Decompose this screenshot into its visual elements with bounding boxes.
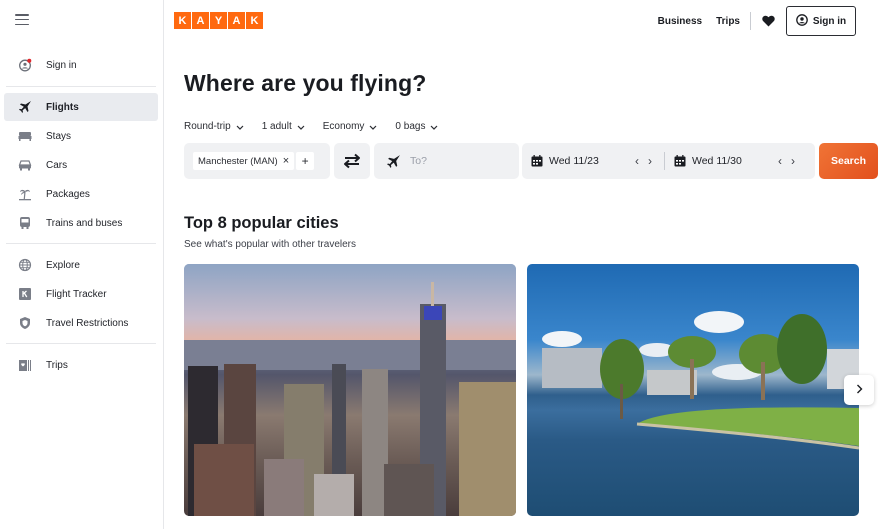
chevron-down-icon <box>236 125 244 130</box>
next-day-button[interactable]: › <box>791 154 795 168</box>
sidebar-item-label: Cars <box>46 159 68 171</box>
bags-dropdown[interactable]: 0 bags <box>395 121 438 132</box>
sidebar-item-label: Packages <box>46 188 90 200</box>
chevron-right-icon <box>856 381 863 399</box>
swap-arrows-icon <box>344 153 360 169</box>
sidebar: Sign in Flights Stays Cars Packages Trai… <box>0 0 164 529</box>
popular-cities-title: Top 8 popular cities <box>184 214 339 232</box>
depart-date-value: Wed 11/23 <box>549 155 599 167</box>
page-title: Where are you flying? <box>184 70 427 96</box>
nav-divider <box>750 12 751 30</box>
user-circle-icon <box>795 13 808 29</box>
shield-icon <box>4 316 46 330</box>
globe-icon <box>4 258 46 272</box>
sidebar-item-trips[interactable]: Trips <box>4 351 158 379</box>
city-skyline-image <box>184 264 516 516</box>
return-date[interactable]: Wed 11/30 ‹ › <box>665 143 795 179</box>
prev-day-button[interactable]: ‹ <box>778 154 782 168</box>
chevron-down-icon <box>369 125 377 130</box>
search-button[interactable]: Search <box>819 143 878 179</box>
next-day-button[interactable]: › <box>648 154 652 168</box>
sidebar-item-label: Trains and buses <box>46 217 123 229</box>
cabin-class-dropdown[interactable]: Economy <box>323 121 378 132</box>
logo-letter: K <box>174 12 191 29</box>
sidebar-item-flights[interactable]: Flights <box>4 93 158 121</box>
k-badge-icon <box>4 288 46 300</box>
sidebar-divider <box>6 343 156 344</box>
cabin-class-label: Economy <box>322 121 365 132</box>
sidebar-item-cars[interactable]: Cars <box>4 151 158 179</box>
city-card-skyline[interactable] <box>184 264 516 516</box>
destination-placeholder: To? <box>410 155 427 167</box>
sidebar-item-label: Stays <box>46 130 72 142</box>
trips-link[interactable]: Trips <box>716 16 740 27</box>
sidebar-item-label: Trips <box>46 359 68 371</box>
sidebar-item-packages[interactable]: Packages <box>4 180 158 208</box>
trips-icon <box>4 359 46 372</box>
kayak-logo[interactable]: K A Y A K <box>174 12 263 29</box>
sidebar-item-stays[interactable]: Stays <box>4 122 158 150</box>
trip-type-label: Round-trip <box>184 121 231 132</box>
sign-in-button[interactable]: Sign in <box>786 6 856 36</box>
travelers-dropdown[interactable]: 1 adult <box>262 121 305 132</box>
sidebar-item-label: Explore <box>46 259 80 271</box>
popular-cities-subtitle: See what's popular with other travelers <box>184 239 356 250</box>
bags-label: 0 bags <box>395 121 426 132</box>
plane-icon <box>387 154 400 168</box>
logo-letter: A <box>228 12 245 29</box>
depart-date[interactable]: Wed 11/23 ‹ › <box>522 143 652 179</box>
user-notification-icon <box>4 58 46 72</box>
logo-letter: Y <box>210 12 227 29</box>
sidebar-item-trains-and-buses[interactable]: Trains and buses <box>4 209 158 237</box>
carousel-next-button[interactable] <box>844 375 874 405</box>
sidebar-item-label: Sign in <box>46 59 77 71</box>
heart-icon[interactable] <box>762 15 775 27</box>
dates-field: Wed 11/23 ‹ › Wed 11/30 ‹ › <box>522 143 815 179</box>
destination-field[interactable]: To? <box>374 143 519 179</box>
chevron-down-icon <box>431 125 438 130</box>
logo-letter: K <box>246 12 263 29</box>
depart-date-nav: ‹ › <box>635 154 652 168</box>
train-icon <box>4 216 46 230</box>
sidebar-item-sign-in[interactable]: Sign in <box>4 51 158 79</box>
calendar-icon <box>531 155 543 167</box>
car-icon <box>4 159 46 171</box>
lake-park-image <box>542 311 859 450</box>
sidebar-item-flight-tracker[interactable]: Flight Tracker <box>4 280 158 308</box>
travelers-label: 1 adult <box>261 121 292 132</box>
sidebar-item-label: Flights <box>46 101 79 113</box>
logo-letter: A <box>192 12 209 29</box>
bed-icon <box>4 130 46 142</box>
sidebar-item-travel-restrictions[interactable]: Travel Restrictions <box>4 309 158 337</box>
palm-tree-icon <box>4 187 46 201</box>
remove-origin-icon[interactable]: × <box>283 155 289 167</box>
plane-icon <box>4 100 46 114</box>
trip-options: Round-trip 1 adult Economy 0 bags <box>184 121 456 132</box>
return-date-value: Wed 11/30 <box>692 155 742 167</box>
origin-field[interactable]: Manchester (MAN) × + <box>184 143 330 179</box>
return-date-nav: ‹ › <box>778 154 795 168</box>
top-nav: Business Trips Sign in <box>644 6 856 36</box>
origin-chip-label: Manchester (MAN) <box>198 155 278 167</box>
chevron-down-icon <box>297 125 305 130</box>
hamburger-icon[interactable] <box>15 14 29 26</box>
city-card-lake[interactable] <box>527 264 859 516</box>
add-origin-button[interactable]: + <box>296 152 315 170</box>
trip-type-dropdown[interactable]: Round-trip <box>184 121 244 132</box>
sidebar-item-label: Travel Restrictions <box>46 317 129 329</box>
sidebar-item-explore[interactable]: Explore <box>4 251 158 279</box>
calendar-icon <box>674 155 686 167</box>
origin-chip[interactable]: Manchester (MAN) × <box>193 152 295 170</box>
sidebar-divider <box>6 243 156 244</box>
swap-button[interactable] <box>334 143 370 179</box>
sidebar-item-label: Flight Tracker <box>46 288 107 300</box>
sign-in-label: Sign in <box>812 15 847 27</box>
prev-day-button[interactable]: ‹ <box>635 154 639 168</box>
sidebar-divider <box>6 86 156 87</box>
business-link[interactable]: Business <box>658 16 702 27</box>
